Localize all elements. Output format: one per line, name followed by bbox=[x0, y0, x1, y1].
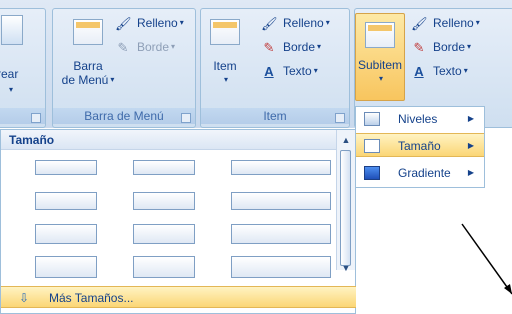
text-color-icon: A bbox=[414, 63, 424, 79]
texto-label: Texto bbox=[283, 64, 312, 78]
chevron-down-icon: ▾ bbox=[475, 18, 480, 27]
borde-button-2[interactable]: ✎ Borde ▾ bbox=[261, 37, 322, 57]
size-option[interactable] bbox=[133, 256, 195, 278]
border-pen-icon: ✎ bbox=[413, 39, 425, 55]
tamano-label: Tamaño bbox=[398, 139, 441, 153]
chevron-down-icon: ▾ bbox=[467, 42, 472, 51]
chevron-down-icon: ▾ bbox=[463, 66, 468, 75]
gallery-scrollbar[interactable]: ▲ ▼ bbox=[336, 130, 355, 273]
item-button[interactable]: Item ▾ bbox=[205, 19, 245, 101]
chevron-right-icon: ▶ bbox=[467, 114, 474, 123]
more-sizes-button[interactable]: ⇩ Más Tamaños... bbox=[1, 286, 356, 308]
relleno-button-2[interactable]: 🖌 Relleno ▾ bbox=[261, 13, 330, 33]
chevron-down-icon: ▾ bbox=[223, 75, 228, 84]
texto-label: Texto bbox=[433, 64, 462, 78]
levels-icon bbox=[364, 112, 380, 126]
barra-label-line1: Barra bbox=[73, 59, 103, 73]
gradient-icon bbox=[364, 166, 380, 180]
partial-icon bbox=[1, 15, 23, 45]
subitem-label: Subitem bbox=[357, 58, 403, 72]
dialog-launcher-icon[interactable] bbox=[181, 113, 191, 123]
texto-button-1[interactable]: A Texto ▾ bbox=[261, 61, 318, 81]
size-option[interactable] bbox=[133, 160, 195, 175]
size-option[interactable] bbox=[35, 224, 97, 244]
gradiente-label: Gradiente bbox=[398, 166, 451, 180]
size-option[interactable] bbox=[133, 224, 195, 244]
chevron-down-icon: ▾ bbox=[179, 18, 184, 27]
texto-button-2[interactable]: A Texto ▾ bbox=[411, 61, 468, 81]
barra-de-menu-button[interactable]: Barra de Menú ▾ bbox=[59, 19, 117, 101]
group-label-item: Item bbox=[201, 108, 349, 124]
barra-label-line2: de Menú bbox=[61, 73, 109, 87]
item-icon bbox=[210, 19, 240, 45]
chevron-down-icon: ▾ bbox=[9, 85, 14, 94]
borde-button-1[interactable]: ✎ Borde ▾ bbox=[115, 37, 176, 57]
chevron-down-icon: ▾ bbox=[325, 18, 330, 27]
borde-label: Borde bbox=[433, 40, 466, 54]
borde-button-3[interactable]: ✎ Borde ▾ bbox=[411, 37, 472, 57]
ribbon-group-barra-de-menu: Barra de Menú ▾ 🖌 Relleno ▾ ✎ Borde ▾ Barra d… bbox=[52, 8, 196, 128]
chevron-down-icon: ▾ bbox=[110, 75, 115, 84]
gallery-header: Tamaño bbox=[1, 130, 355, 150]
chevron-down-icon: ▾ bbox=[378, 74, 383, 83]
ribbon-group-partial: rear ▾ bbox=[0, 8, 46, 128]
ribbon-group-item: Item ▾ 🖌 Relleno ▾ ✎ Borde ▾ A Texto ▾ Item bbox=[200, 8, 350, 128]
size-option[interactable] bbox=[231, 256, 331, 278]
partial-button-label: rear bbox=[0, 67, 19, 81]
group-label-barra: Barra de Menú bbox=[53, 108, 195, 124]
menu-bar-icon bbox=[73, 19, 103, 45]
subitem-button[interactable]: Subitem ▾ bbox=[355, 13, 405, 101]
size-option[interactable] bbox=[35, 256, 97, 278]
size-option[interactable] bbox=[35, 192, 97, 210]
borde-label: Borde bbox=[137, 40, 170, 54]
submenu-item-niveles[interactable]: Niveles ▶ bbox=[356, 107, 484, 131]
more-sizes-label: Más Tamaños... bbox=[49, 291, 134, 305]
partial-ribbon-button[interactable]: rear ▾ bbox=[0, 9, 35, 104]
size-option[interactable] bbox=[133, 192, 195, 210]
chevron-right-icon: ▶ bbox=[467, 141, 474, 150]
size-option[interactable] bbox=[35, 160, 97, 175]
relleno-button-1[interactable]: 🖌 Relleno ▾ bbox=[115, 13, 184, 33]
relleno-button-3[interactable]: 🖌 Relleno ▾ bbox=[411, 13, 480, 33]
submenu-item-tamano[interactable]: Tamaño ▶ bbox=[356, 133, 484, 157]
text-color-icon: A bbox=[264, 63, 274, 79]
scroll-up-icon[interactable]: ▲ bbox=[337, 132, 355, 148]
size-option[interactable] bbox=[231, 224, 331, 244]
relleno-label: Relleno bbox=[433, 16, 474, 30]
borde-label: Borde bbox=[283, 40, 316, 54]
subitem-submenu: Niveles ▶ Tamaño ▶ Gradiente ▶ bbox=[355, 106, 485, 188]
chevron-down-icon: ▾ bbox=[313, 66, 318, 75]
submenu-item-gradiente[interactable]: Gradiente ▶ bbox=[356, 161, 484, 185]
fill-bucket-icon: 🖌 bbox=[411, 15, 428, 31]
subitem-icon bbox=[365, 22, 395, 48]
annotation-arrow-icon bbox=[461, 223, 512, 295]
border-pen-icon: ✎ bbox=[117, 39, 129, 55]
niveles-label: Niveles bbox=[398, 112, 438, 126]
item-label: Item bbox=[213, 59, 237, 73]
fill-bucket-icon: 🖌 bbox=[261, 15, 278, 31]
fill-bucket-icon: 🖌 bbox=[115, 15, 132, 31]
size-option[interactable] bbox=[231, 160, 331, 175]
size-icon bbox=[364, 139, 380, 153]
size-option[interactable] bbox=[231, 192, 331, 210]
dialog-launcher-icon[interactable] bbox=[335, 113, 345, 123]
dialog-launcher-icon[interactable] bbox=[31, 113, 41, 123]
scroll-thumb[interactable] bbox=[340, 150, 351, 266]
size-gallery-dropdown: Tamaño ▲ ▼ ⇩ Más Tamaños... bbox=[0, 129, 356, 314]
border-pen-icon: ✎ bbox=[263, 39, 275, 55]
relleno-label: Relleno bbox=[137, 16, 178, 30]
chevron-down-icon: ▾ bbox=[317, 42, 322, 51]
chevron-down-icon: ▾ bbox=[171, 42, 176, 51]
relleno-label: Relleno bbox=[283, 16, 324, 30]
chevron-right-icon: ▶ bbox=[467, 168, 474, 177]
more-sizes-icon: ⇩ bbox=[19, 291, 30, 305]
scroll-down-icon[interactable]: ▼ bbox=[337, 260, 355, 276]
